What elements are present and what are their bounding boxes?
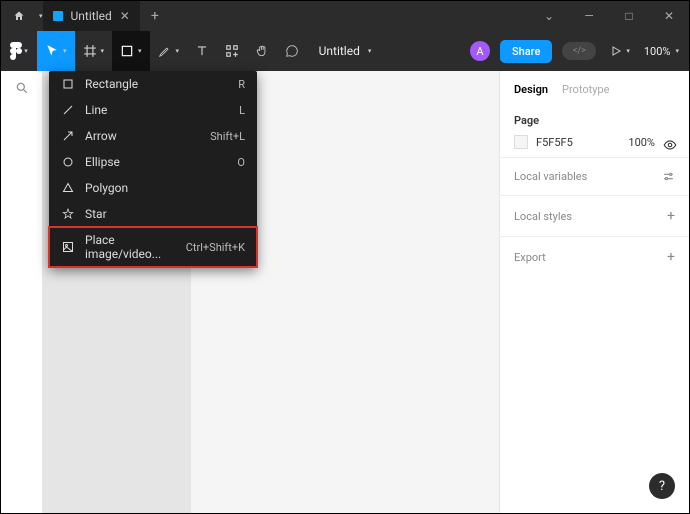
- tab-design[interactable]: Design: [514, 83, 548, 96]
- titlebar: ▾ Untitled ✕ + ⌄ — □ ✕: [1, 1, 689, 31]
- minimize-button[interactable]: —: [569, 9, 609, 23]
- page-color-value[interactable]: F5F5F5: [536, 136, 573, 149]
- menu-item-shortcut: Ctrl+Shift+K: [186, 241, 245, 254]
- dev-mode-toggle[interactable]: </>: [562, 42, 596, 60]
- page-color-swatch[interactable]: [514, 135, 528, 149]
- menu-item-label: Polygon: [85, 181, 235, 195]
- shape-tool-menu: Rectangle R Line L Arrow Shift+L Ellipse OPolyg…: [49, 71, 257, 267]
- chevron-down-icon: ▾: [368, 47, 372, 55]
- document-title[interactable]: Untitled ▾: [319, 44, 372, 58]
- zoom-control[interactable]: 100% ▾: [644, 45, 679, 58]
- page-section-title: Page: [514, 114, 675, 127]
- left-panel: [1, 71, 43, 513]
- export-label[interactable]: Export: [514, 251, 546, 264]
- menu-item-label: Rectangle: [85, 77, 228, 91]
- shape-tool[interactable]: ▾: [112, 31, 150, 71]
- menu-item-shortcut: Shift+L: [210, 130, 245, 143]
- menu-item-label: Arrow: [85, 129, 200, 143]
- frame-tool[interactable]: ▾: [75, 31, 113, 71]
- move-tool[interactable]: ▾: [37, 31, 75, 71]
- main-menu-button[interactable]: ▾: [1, 42, 37, 60]
- shape-menu-item-image[interactable]: Place image/video... Ctrl+Shift+K: [49, 227, 257, 267]
- close-icon[interactable]: ✕: [120, 9, 130, 23]
- chevron-down-icon: ▾: [63, 47, 67, 55]
- menu-item-label: Place image/video...: [85, 233, 176, 261]
- local-variables-label[interactable]: Local variables: [514, 170, 587, 183]
- menu-item-label: Line: [85, 103, 229, 117]
- maximize-button[interactable]: □: [609, 9, 649, 23]
- help-button[interactable]: ?: [649, 473, 675, 499]
- arrow-icon: [61, 130, 75, 142]
- add-style-button[interactable]: +: [667, 208, 675, 224]
- avatar[interactable]: A: [470, 41, 490, 61]
- shape-menu-item-arrow[interactable]: Arrow Shift+L: [49, 123, 257, 149]
- search-button[interactable]: [15, 81, 29, 513]
- toolbar: ▾ ▾ ▾ ▾ ▾ Untitled ▾ A Share </> ▾: [1, 31, 689, 71]
- menu-item-shortcut: O: [237, 156, 245, 169]
- shape-menu-item-line[interactable]: Line L: [49, 97, 257, 123]
- chevron-down-icon: ▾: [24, 47, 28, 55]
- chevron-down-icon: ▾: [626, 47, 630, 55]
- settings-icon[interactable]: [662, 170, 675, 183]
- chevron-down-icon: ▾: [675, 47, 679, 55]
- share-button[interactable]: Share: [500, 40, 552, 63]
- close-window-button[interactable]: ✕: [649, 9, 689, 23]
- add-export-button[interactable]: +: [667, 249, 675, 265]
- shape-menu-item-ellipse[interactable]: Ellipse O: [49, 149, 257, 175]
- chevron-down-icon[interactable]: ⌄: [529, 9, 569, 23]
- home-button[interactable]: [1, 1, 37, 31]
- text-tool[interactable]: [187, 31, 217, 71]
- image-icon: [61, 241, 75, 253]
- chevron-down-icon: ▾: [176, 47, 180, 55]
- hand-tool[interactable]: [247, 31, 277, 71]
- ellipse-icon: [61, 156, 75, 168]
- menu-item-label: Star: [85, 207, 235, 221]
- shape-menu-item-rectangle[interactable]: Rectangle R: [49, 71, 257, 97]
- star-icon: [61, 208, 75, 220]
- new-tab-button[interactable]: +: [140, 8, 170, 24]
- pen-tool[interactable]: ▾: [150, 31, 188, 71]
- rectangle-icon: [61, 78, 75, 90]
- right-panel: Design Prototype Page F5F5F5 100% Local …: [499, 71, 689, 513]
- tab-prototype[interactable]: Prototype: [562, 83, 609, 96]
- chevron-down-icon: ▾: [101, 47, 105, 55]
- doc-title-text: Untitled: [319, 44, 360, 58]
- local-styles-label[interactable]: Local styles: [514, 210, 572, 223]
- present-button[interactable]: ▾: [606, 31, 634, 71]
- comment-tool[interactable]: [277, 31, 307, 71]
- visibility-icon[interactable]: [663, 138, 677, 152]
- page-opacity-value[interactable]: 100%: [628, 136, 655, 149]
- line-icon: [61, 104, 75, 116]
- shape-menu-item-polygon[interactable]: Polygon: [49, 175, 257, 201]
- menu-item-shortcut: L: [239, 104, 245, 117]
- menu-item-label: Ellipse: [85, 155, 227, 169]
- menu-item-shortcut: R: [238, 78, 245, 91]
- polygon-icon: [61, 182, 75, 194]
- shape-menu-item-star[interactable]: Star: [49, 201, 257, 227]
- tab-title: Untitled: [71, 9, 112, 23]
- resources-tool[interactable]: [217, 31, 247, 71]
- file-icon: [53, 11, 63, 21]
- chevron-down-icon: ▾: [138, 47, 142, 55]
- file-tab[interactable]: Untitled ✕: [43, 1, 140, 31]
